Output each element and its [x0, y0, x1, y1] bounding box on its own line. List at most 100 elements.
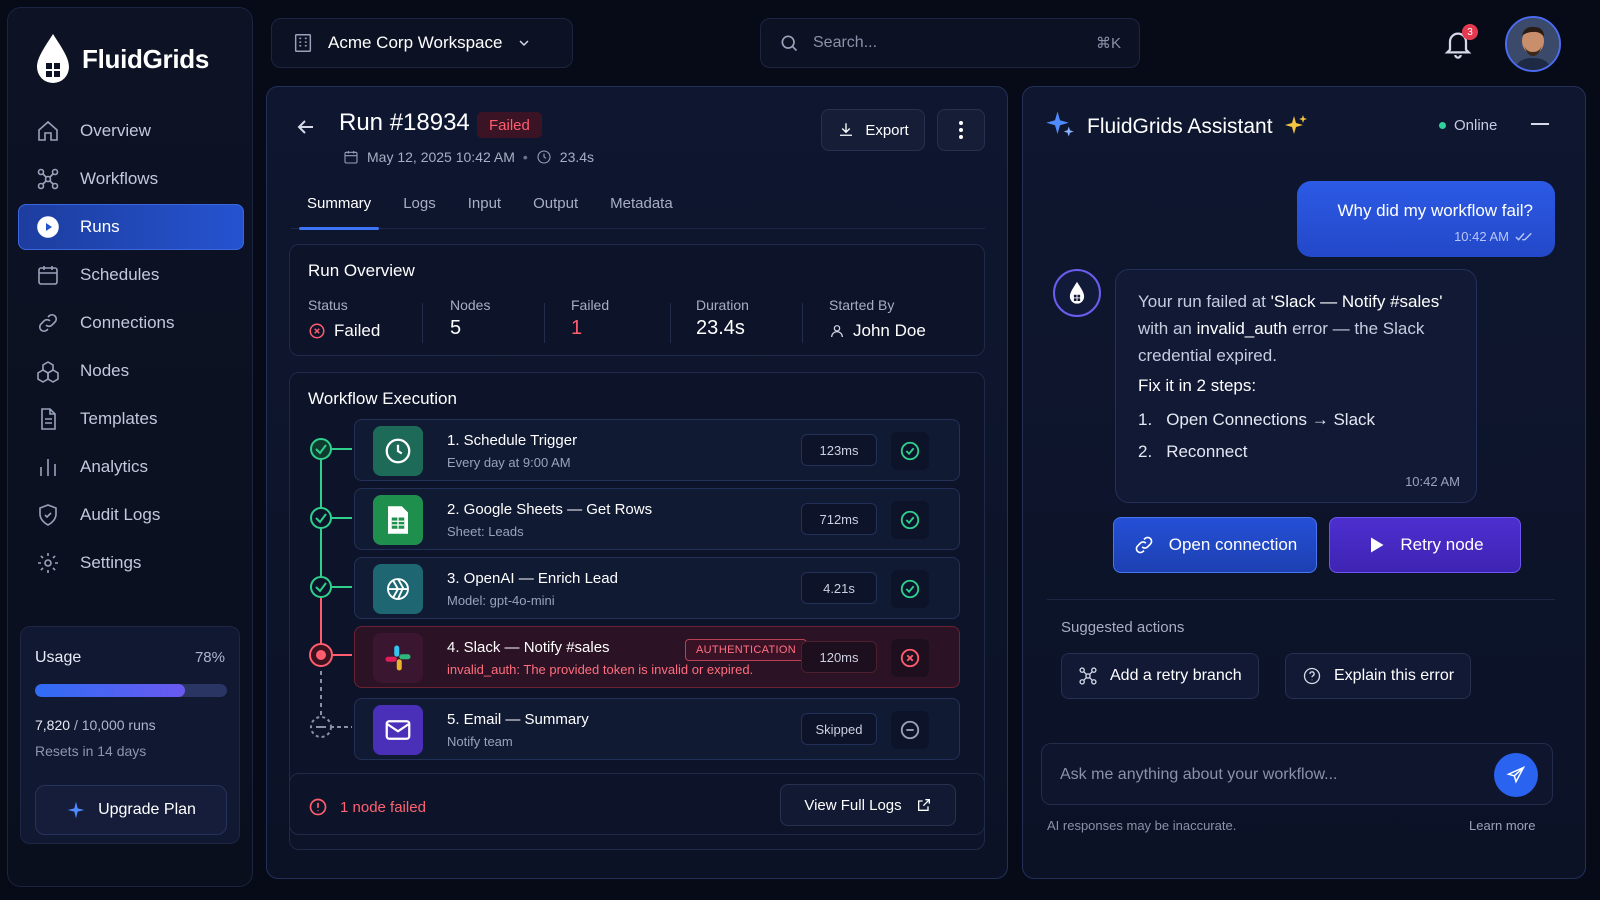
sidebar-item-overview[interactable]: Overview	[18, 108, 244, 154]
user-message-text: Why did my workflow fail?	[1337, 201, 1533, 220]
chat-input[interactable]	[1060, 762, 1480, 788]
bot-text-2: with an	[1138, 319, 1197, 338]
sidebar-item-schedules[interactable]: Schedules	[18, 252, 244, 298]
clock-icon	[537, 150, 551, 164]
openai-icon	[387, 578, 409, 600]
sheets-icon	[388, 506, 408, 534]
sidebar-item-settings[interactable]: Settings	[18, 540, 244, 586]
usage-title: Usage	[35, 649, 82, 666]
retry-node-label: Retry node	[1400, 535, 1484, 554]
send-button[interactable]	[1494, 753, 1538, 797]
assistant-message: Your run failed at 'Slack — Notify #sale…	[1115, 269, 1477, 503]
node-duration: 120ms	[801, 641, 877, 673]
check-circle-icon	[900, 441, 920, 461]
overview-nodes: Nodes 5	[450, 297, 490, 340]
document-icon	[41, 408, 56, 430]
node-title: 2. Google Sheets — Get Rows	[447, 501, 653, 518]
workflow-node-schedule-trigger[interactable]: 1. Schedule Trigger Every day at 9:00 AM…	[354, 419, 960, 481]
tab-metadata[interactable]: Metadata	[594, 187, 689, 229]
run-overview-title: Run Overview	[308, 261, 415, 280]
status-badge: Failed	[477, 112, 542, 138]
overview-failed: Failed 1	[571, 297, 609, 340]
sidebar-item-audit-logs[interactable]: Audit Logs	[18, 492, 244, 538]
sidebar-item-label: Audit Logs	[80, 505, 161, 524]
suggestion-explain-error[interactable]: Explain this error	[1285, 653, 1472, 699]
workflow-node-google-sheets[interactable]: 2. Google Sheets — Get Rows Sheet: Leads…	[354, 488, 960, 550]
skipped-circle-icon	[900, 720, 920, 740]
tab-output[interactable]: Output	[517, 187, 594, 229]
tab-logs[interactable]: Logs	[387, 187, 452, 229]
sidebar-item-label: Settings	[80, 553, 142, 572]
brand-name: FluidGrids	[82, 43, 210, 74]
fix-step-text: Open Connections → Slack	[1166, 410, 1376, 429]
link-icon	[1135, 536, 1153, 554]
usage-progress-bar	[35, 684, 227, 697]
usage-runs: 7,820 / 10,000 runs	[35, 717, 156, 733]
export-button[interactable]: Export	[821, 109, 925, 151]
upgrade-plan-button[interactable]: Upgrade Plan	[35, 785, 227, 835]
back-arrow-icon[interactable]	[293, 115, 319, 139]
workflow-node-slack[interactable]: 4. Slack — Notify #sales AUTHENTICATION …	[354, 626, 960, 688]
open-connection-button[interactable]: Open connection	[1113, 517, 1317, 573]
sparkle-icon	[67, 801, 85, 819]
usage-reset: Resets in 14 days	[35, 743, 147, 759]
info-icon	[309, 798, 327, 816]
check-circle-icon	[900, 510, 920, 530]
usage-limit: / 10,000 runs	[73, 717, 156, 733]
avatar[interactable]	[1505, 16, 1561, 72]
node-duration: 712ms	[801, 503, 877, 535]
tab-summary[interactable]: Summary	[291, 187, 387, 230]
home-icon	[38, 120, 58, 141]
meta-separator: •	[522, 149, 528, 165]
bar-chart-icon	[40, 459, 56, 476]
divider	[544, 303, 545, 343]
minimize-button[interactable]	[1531, 123, 1549, 125]
overview-failed-label: Failed	[571, 297, 610, 313]
overview-failed-value: 1	[571, 317, 583, 339]
failed-note-text: 1 node failed	[340, 798, 426, 816]
tab-input[interactable]: Input	[452, 187, 517, 229]
sidebar-item-nodes[interactable]: Nodes	[18, 348, 244, 394]
sidebar-item-connections[interactable]: Connections	[18, 300, 244, 346]
usage-progress-fill	[35, 684, 185, 697]
sidebar-item-runs[interactable]: Runs	[18, 204, 244, 250]
workflow-node-openai[interactable]: 3. OpenAI — Enrich Lead Model: gpt-4o-mi…	[354, 557, 960, 619]
node-status	[891, 432, 929, 470]
run-tabs: Summary Logs Input Output Metadata	[291, 187, 985, 230]
sparkle-icon	[1046, 111, 1074, 137]
overview-status: Status Failed	[308, 297, 380, 341]
sidebar-item-templates[interactable]: Templates	[18, 396, 244, 442]
fix-step-number: 1.	[1138, 410, 1153, 429]
node-subtitle: Sheet: Leads	[447, 524, 524, 539]
fix-title: Fix it in 2 steps:	[1138, 376, 1257, 395]
run-duration: 23.4s	[559, 149, 595, 165]
more-options-button[interactable]	[937, 109, 985, 151]
suggestion-add-retry-branch[interactable]: Add a retry branch	[1061, 653, 1259, 699]
workflow-icon	[1079, 667, 1097, 685]
overview-status-value-row: Failed	[308, 321, 380, 341]
retry-node-button[interactable]: Retry node	[1329, 517, 1521, 573]
view-full-logs-button[interactable]: View Full Logs	[780, 784, 956, 826]
view-logs-label: View Full Logs	[804, 796, 902, 814]
node-subtitle: Notify team	[447, 734, 513, 749]
assistant-title: FluidGrids Assistant	[1087, 113, 1308, 139]
online-status: Online	[1439, 117, 1497, 134]
brand[interactable]: FluidGrids	[34, 32, 209, 86]
fix-step-text: Reconnect	[1166, 442, 1248, 461]
node-error-message: invalid_auth: The provided token is inva…	[447, 662, 754, 677]
slack-icon	[385, 645, 411, 671]
search-input[interactable]	[813, 34, 1082, 52]
sidebar-item-workflows[interactable]: Workflows	[18, 156, 244, 202]
user-message-timestamp: 10:42 AM	[1454, 229, 1509, 244]
run-title: Run #18934	[339, 109, 470, 136]
suggestion-label: Explain this error	[1334, 667, 1455, 684]
sidebar-item-analytics[interactable]: Analytics	[18, 444, 244, 490]
learn-more-link[interactable]: Learn more	[1469, 818, 1535, 833]
play-icon	[1371, 537, 1384, 553]
overview-nodes-value: 5	[450, 317, 462, 339]
link-icon	[38, 313, 58, 333]
sidebar-item-label: Connections	[80, 313, 175, 332]
workspace-selector[interactable]: Acme Corp Workspace	[271, 18, 573, 68]
workflow-node-email[interactable]: 5. Email — Summary Notify team Skipped	[354, 698, 960, 760]
error-circle-icon	[309, 323, 325, 339]
